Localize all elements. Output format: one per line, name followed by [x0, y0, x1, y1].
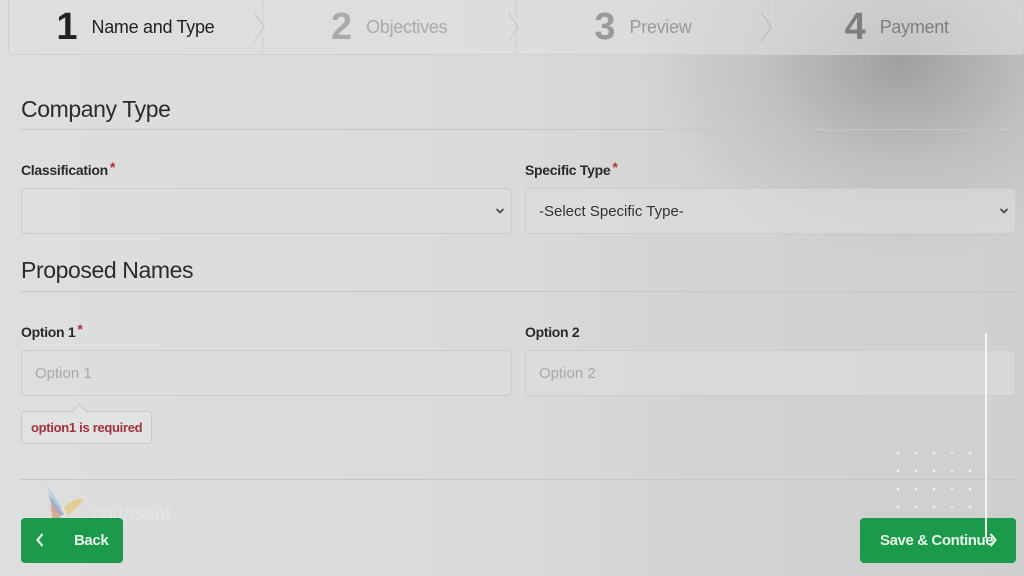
chevron-right-icon	[989, 533, 997, 547]
option2-input[interactable]: Option 2	[525, 350, 1016, 396]
option1-label-text: Option 1	[21, 324, 76, 340]
save-button-label: Save & Continue	[880, 532, 994, 549]
required-marker: *	[109, 159, 115, 175]
chevron-down-icon	[495, 208, 505, 214]
section-title-company-type: Company Type	[21, 96, 171, 122]
section-divider	[21, 129, 1016, 130]
option1-input[interactable]: Option 1	[21, 350, 512, 396]
step-number: 2	[331, 6, 353, 48]
option1-error-message: option1 is required	[21, 411, 153, 444]
option2-placeholder: Option 2	[539, 364, 596, 382]
option2-label: Option 2	[525, 324, 580, 340]
decorative-line	[985, 333, 987, 538]
classification-label: Classification *	[21, 159, 115, 178]
specific-type-label: Specific Type *	[525, 159, 618, 178]
step-chevron-icon	[761, 12, 772, 42]
section-divider	[21, 291, 1016, 292]
step-name-and-type[interactable]: 1 Name and Type	[9, 0, 265, 54]
step-payment[interactable]: 4 Payment	[769, 0, 1023, 54]
required-marker: *	[612, 159, 618, 175]
step-label: Objectives	[366, 16, 448, 37]
specific-type-select[interactable]: -Select Specific Type-	[525, 188, 1016, 234]
chevron-down-icon	[999, 208, 1009, 214]
specific-type-label-text: Specific Type	[525, 162, 611, 178]
back-button[interactable]: Back	[21, 518, 123, 563]
step-number: 1	[56, 6, 78, 48]
decorative-dots	[896, 451, 972, 525]
save-and-continue-button[interactable]: Save & Continue	[860, 518, 1016, 563]
section-title-proposed-names: Proposed Names	[21, 257, 194, 283]
step-label: Name and Type	[91, 16, 215, 37]
chevron-left-icon	[36, 533, 44, 547]
required-marker: *	[77, 321, 83, 337]
step-chevron-icon	[253, 12, 265, 42]
classification-label-text: Classification	[21, 162, 108, 178]
specific-type-selected-value: -Select Specific Type-	[539, 202, 684, 220]
footer-divider	[21, 479, 1016, 480]
step-preview[interactable]: 3 Preview	[515, 0, 772, 54]
back-button-label: Back	[74, 532, 109, 549]
option1-placeholder: Option 1	[35, 364, 92, 382]
classification-select[interactable]	[21, 188, 512, 234]
step-objectives[interactable]: 2 Objectives	[261, 0, 519, 54]
step-chevron-icon	[507, 12, 519, 42]
wizard-stepper: 1 Name and Type 2 Objectives 3 Preview 4…	[8, 0, 1024, 55]
option2-label-text: Option 2	[525, 324, 580, 340]
option1-label: Option 1 *	[21, 321, 83, 340]
step-label: Payment	[879, 16, 949, 37]
step-number: 3	[594, 6, 616, 48]
step-number: 4	[844, 6, 866, 48]
company-registration-form: 1 Name and Type 2 Objectives 3 Preview 4…	[0, 0, 1024, 576]
step-label: Preview	[629, 16, 692, 37]
